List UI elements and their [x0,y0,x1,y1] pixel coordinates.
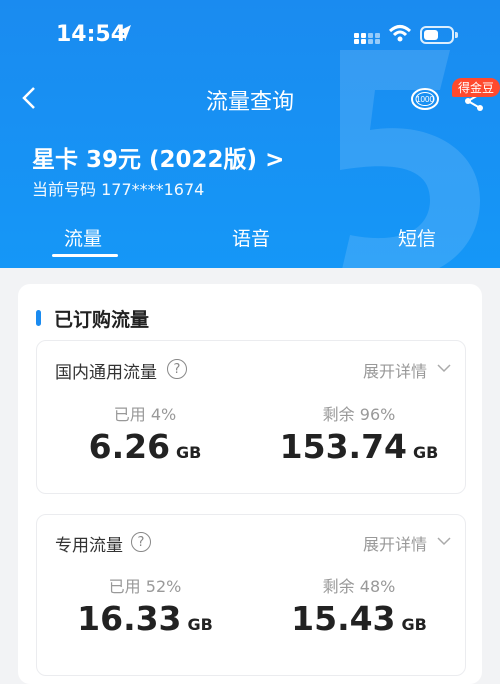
expand-details-button[interactable]: 展开详情 [363,531,427,555]
coin-label: 1000 [416,95,434,104]
remaining-unit: GB [401,615,427,634]
bean-badge[interactable]: 得金豆 [452,78,500,97]
chevron-down-icon[interactable] [437,363,451,373]
5g-watermark-icon [340,50,480,268]
used-value: 6.26 GB [45,427,245,466]
question-icon[interactable]: ? [131,532,151,552]
question-icon[interactable]: ? [167,359,187,379]
remaining-unit: GB [413,443,439,462]
remaining-amount: 153.74 [279,427,407,466]
remaining-label: 剩余 48% [322,577,396,596]
remaining-amount: 15.43 [291,599,396,638]
chevron-down-icon[interactable] [437,536,451,546]
status-bar: 14:54 [0,18,500,52]
card-title: 专用流量 [55,536,123,556]
remaining-value: 15.43 GB [259,599,459,638]
used-label: 已用 4% [113,405,177,424]
plan-name: 星卡 39元 (2022版) [32,147,258,173]
tab-voice[interactable]: 语音 [232,224,270,251]
plan-chevron: > [265,147,285,173]
used-unit: GB [176,443,202,462]
section-title: 已订购流量 [54,309,150,331]
used-unit: GB [187,615,213,634]
dedicated-data-card: 专用流量 ? 展开详情 已用 52% 剩余 48% 16.33 GB 15.43 G… [36,514,466,676]
coin-button[interactable]: 1000 [410,86,440,116]
used-amount: 16.33 [77,599,182,638]
remaining-value: 153.74 GB [259,427,459,466]
signal-icon [354,33,380,44]
expand-details-button[interactable]: 展开详情 [363,358,427,382]
tab-data[interactable]: 流量 [64,224,102,251]
coin-icon: 1000 [411,88,439,110]
tab-sms[interactable]: 短信 [398,224,436,251]
card-title: 国内通用流量 [55,363,157,383]
section-accent-bar [36,310,41,326]
used-amount: 6.26 [88,427,171,466]
phone-number: 当前号码 177****1674 [32,180,205,199]
used-value: 16.33 GB [45,599,245,638]
header: 14:54 流量查询 1000 得金豆 星卡 39元 (2022版) > 当前号… [0,0,500,268]
battery-icon [420,26,454,44]
plan-name-link[interactable]: 星卡 39元 (2022版) > [32,140,284,174]
wifi-icon [388,25,412,42]
location-arrow-icon [117,25,131,41]
domestic-data-card: 国内通用流量 ? 展开详情 已用 4% 剩余 96% 6.26 GB 153.74… [36,340,466,494]
battery-tip [455,32,458,38]
active-tab-indicator [52,254,118,257]
remaining-label: 剩余 96% [322,405,396,424]
used-label: 已用 52% [108,577,182,596]
